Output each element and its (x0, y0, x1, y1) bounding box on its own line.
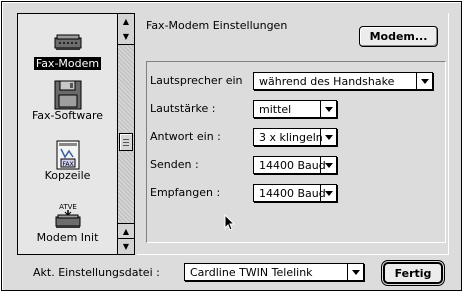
chevron-down-icon (320, 129, 336, 145)
scroll-track[interactable] (118, 45, 134, 223)
send-select[interactable]: 14400 Baud (253, 156, 337, 174)
answer-label: Antwort ein : (150, 130, 221, 143)
volume-select[interactable]: mittel (253, 100, 337, 118)
settings-file-select[interactable]: Cardline TWIN Telelink (184, 263, 364, 281)
answer-select[interactable]: 3 x klingeln (253, 128, 337, 146)
scroll-up-arrow-bottom-icon[interactable]: ▲ (118, 223, 134, 239)
chevron-down-icon (347, 264, 363, 280)
window-body: Fax-Modem Fax-Software FAX Kopzeile ATVE… (2, 2, 461, 290)
scroll-down-arrow-top-icon[interactable]: ▼ (118, 29, 134, 45)
mouse-pointer-icon (224, 213, 236, 235)
icon-label-modem-init: Modem Init (36, 231, 99, 244)
speaker-value: während des Handshake (259, 74, 395, 88)
settings-file-value: Cardline TWIN Telelink (190, 265, 313, 279)
floppy-disk-icon (53, 80, 83, 110)
settings-panel: Fax-Modem Einstellungen Modem... Lautspr… (137, 13, 449, 255)
panel-title: Fax-Modem Einstellungen (146, 19, 288, 32)
chevron-down-icon (416, 73, 432, 89)
icon-item-fax-software[interactable]: Fax-Software (18, 80, 117, 122)
icon-list[interactable]: Fax-Modem Fax-Software FAX Kopzeile ATVE… (17, 13, 135, 255)
icon-item-kopzeile[interactable]: FAX Kopzeile (18, 140, 117, 182)
scroll-thumb[interactable] (119, 133, 133, 151)
chevron-down-icon (320, 157, 336, 173)
icon-item-fax-modem[interactable]: Fax-Modem (18, 28, 117, 70)
chevron-down-icon (320, 101, 336, 117)
fax-document-icon: FAX (53, 140, 83, 170)
icon-item-modem-init[interactable]: ATVE Modem Init (18, 202, 117, 244)
settings-window: Fax-Modem Fax-Software FAX Kopzeile ATVE… (1, 1, 462, 291)
scroll-down-arrow-icon[interactable]: ▼ (118, 238, 134, 254)
icon-label-fax-software: Fax-Software (31, 109, 104, 122)
speaker-label: Lautsprecher ein (150, 74, 243, 87)
answer-value: 3 x klingeln (259, 130, 323, 144)
receive-label: Empfangen : (150, 186, 221, 199)
modem-init-badge: ATVE (59, 203, 77, 211)
volume-label: Lautstärke : (150, 102, 216, 115)
speaker-select[interactable]: während des Handshake (253, 72, 433, 90)
volume-value: mittel (259, 102, 292, 116)
kopzeile-badge: FAX (62, 161, 73, 168)
receive-select[interactable]: 14400 Baud (253, 184, 337, 202)
scroll-up-arrow-icon[interactable]: ▲ (118, 14, 134, 30)
icon-label-kopzeile: Kopzeile (44, 169, 91, 182)
fax-modem-icon (53, 28, 83, 56)
send-value: 14400 Baud (259, 158, 326, 172)
modem-init-icon: ATVE (53, 202, 83, 230)
send-label: Senden : (150, 158, 199, 171)
chevron-down-icon (320, 185, 336, 201)
icon-label-fax-modem: Fax-Modem (33, 57, 102, 70)
done-button[interactable]: Fertig (383, 262, 443, 284)
modem-button[interactable]: Modem... (359, 26, 438, 47)
icon-list-scrollbar[interactable]: ▲ ▼ ▲ ▼ (117, 14, 134, 254)
receive-value: 14400 Baud (259, 186, 326, 200)
icon-list-content: Fax-Modem Fax-Software FAX Kopzeile ATVE… (18, 14, 117, 254)
current-settings-file-label: Akt. Einstellungsdatei : (33, 266, 160, 279)
